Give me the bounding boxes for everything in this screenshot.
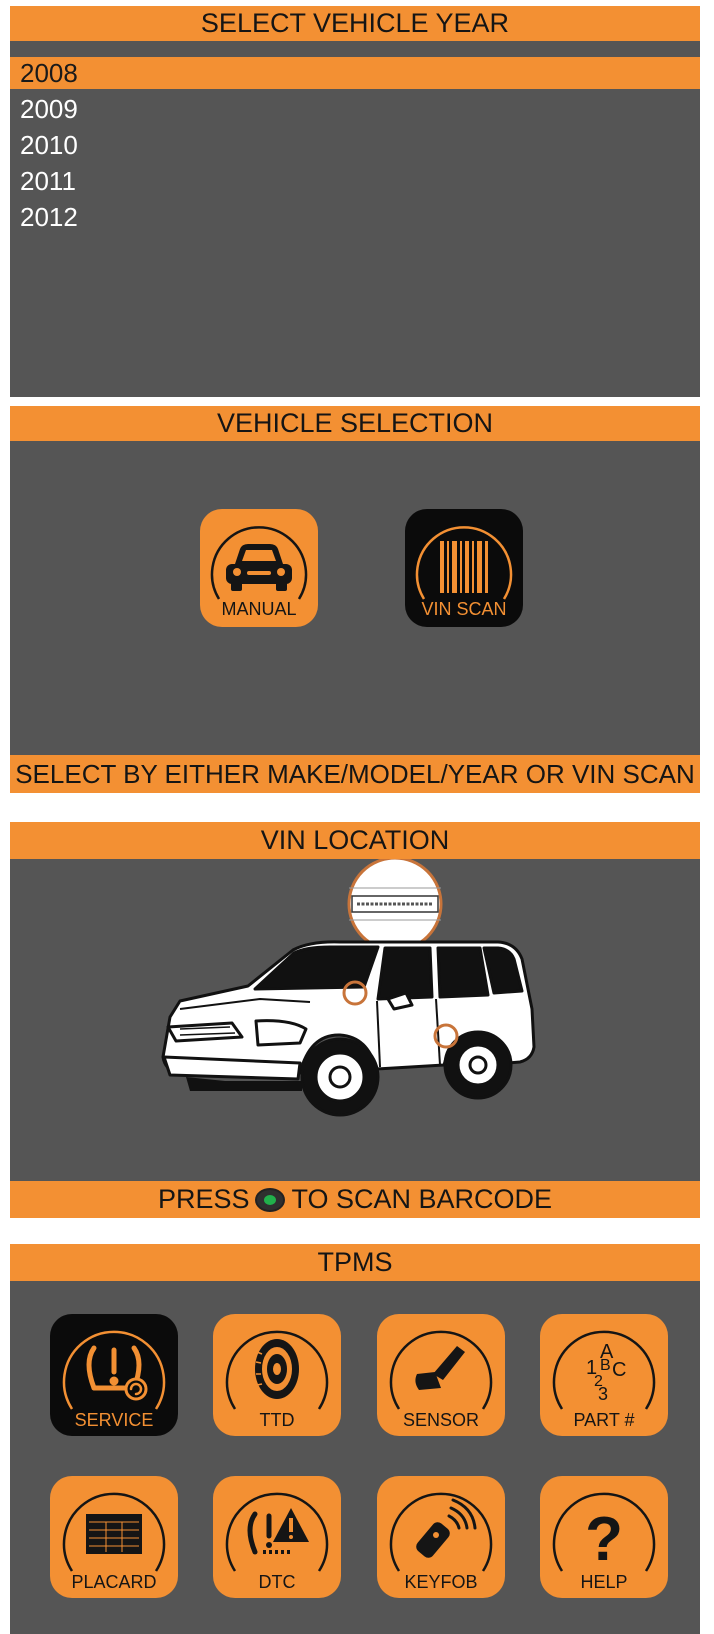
tpms-part-number-button[interactable]: A 1 C B 2 3 PART # [540,1314,668,1436]
vin-scan-label: VIN SCAN [421,599,506,619]
car-icon [226,544,292,591]
vehicle-selection-footer: SELECT BY EITHER MAKE/MODEL/YEAR OR VIN … [10,755,700,793]
year-option-2011[interactable]: 2011 [10,165,700,197]
tpms-sensor-button[interactable]: SENSOR [377,1314,505,1436]
vehicle-illustration [161,859,536,1117]
year-option-2008[interactable]: 2008 [10,57,700,89]
help-icon: ? [585,1505,623,1574]
suv-drawing [161,940,536,1117]
svg-text:B: B [600,1357,611,1374]
year-screen-title: SELECT VEHICLE YEAR [10,6,700,41]
vin-scan-button[interactable]: VIN SCAN [405,509,523,627]
tpms-help-button[interactable]: ? HELP [540,1476,668,1598]
tpms-keyfob-label: KEYFOB [404,1572,477,1592]
tpms-service-label: SERVICE [75,1410,154,1430]
tpms-dtc-label: DTC [259,1572,296,1592]
placard-icon [86,1514,142,1554]
tpms-title: TPMS [10,1244,700,1281]
tpms-dtc-button[interactable]: DTC [213,1476,341,1598]
svg-text:C: C [612,1359,626,1381]
dtc-warning-icon [247,1508,309,1555]
year-option-2010[interactable]: 2010 [10,129,700,161]
manual-button[interactable]: MANUAL [200,509,318,627]
tpms-ttd-label: TTD [260,1410,295,1430]
year-option-2009[interactable]: 2009 [10,93,700,125]
green-scan-button-icon [255,1187,286,1212]
tpms-service-button[interactable]: SERVICE [50,1314,178,1436]
tpms-help-label: HELP [580,1572,627,1592]
tpms-part-number-label: PART # [573,1410,634,1430]
vehicle-selection-screen: VEHICLE SELECTION MANUAL VIN SCAN SELECT… [10,406,700,793]
tpms-screen: TPMS SERVICE TTD SENSOR A 1 C B 2 3 PART… [10,1244,700,1634]
svg-text:3: 3 [598,1384,608,1404]
tire-icon [255,1339,299,1399]
year-option-2012[interactable]: 2012 [10,201,700,233]
vehicle-selection-title: VEHICLE SELECTION [10,406,700,441]
vin-location-screen: VIN LOCATION PRESS TO SCAN BARCODE [10,822,700,1218]
manual-label: MANUAL [221,599,296,619]
year-select-screen: SELECT VEHICLE YEAR 2008 2009 2010 2011 … [10,6,700,397]
barcode-icon [440,541,488,593]
tpms-keyfob-button[interactable]: KEYFOB [377,1476,505,1598]
footer-press-text: PRESS [157,1184,250,1214]
tpms-ttd-button[interactable]: TTD [213,1314,341,1436]
part-number-icon: A 1 C B 2 3 [586,1341,626,1404]
tpms-sensor-label: SENSOR [403,1410,479,1430]
tpms-placard-label: PLACARD [71,1572,156,1592]
footer-scan-text: TO SCAN BARCODE [291,1184,553,1214]
keyfob-icon [416,1498,477,1558]
tpms-placard-button[interactable]: PLACARD [50,1476,178,1598]
sensor-icon [415,1346,465,1390]
vin-location-title: VIN LOCATION [10,822,700,859]
vin-location-footer: PRESS TO SCAN BARCODE [10,1181,700,1218]
tpms-warning-icon [86,1345,148,1401]
